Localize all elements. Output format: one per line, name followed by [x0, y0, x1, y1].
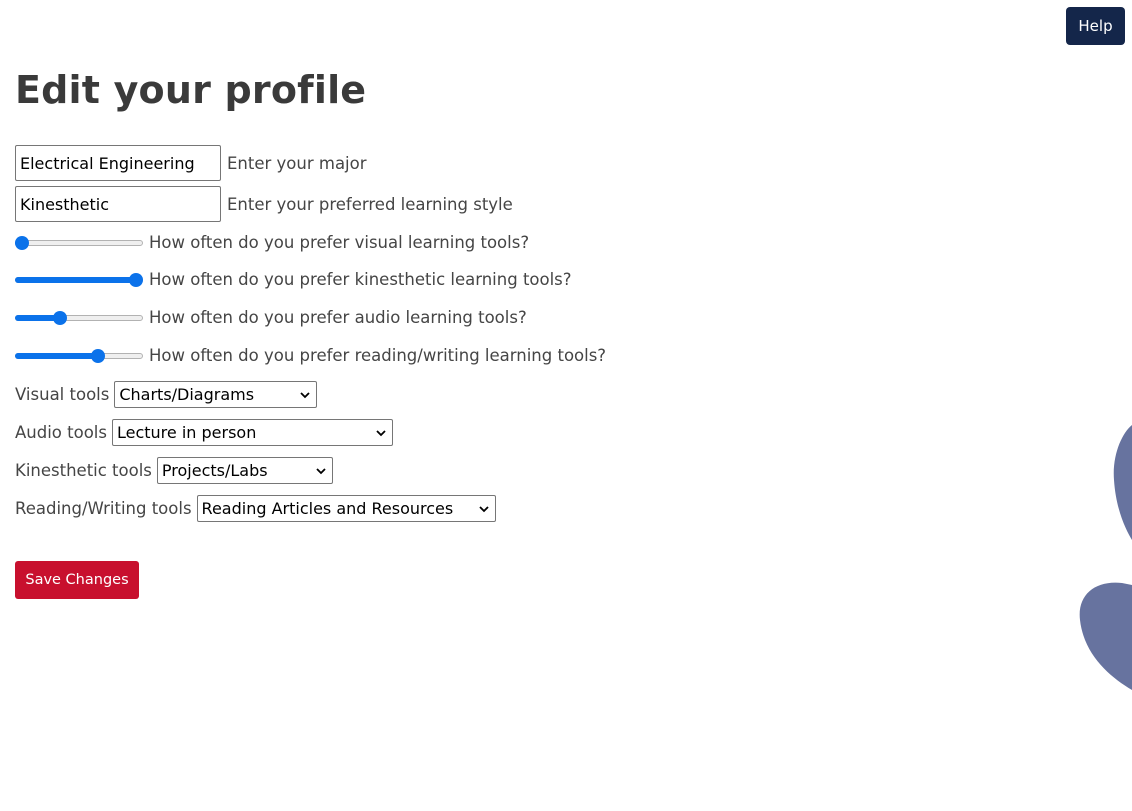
reading-slider-row: How often do you prefer reading/writing … [15, 346, 606, 365]
audio-slider[interactable] [15, 309, 143, 327]
reading-writing-tools-selected: Reading Articles and Resources [201, 499, 454, 518]
kinesthetic-tools-row: Kinesthetic tools Projects/Labs [15, 457, 333, 484]
audio-slider-label: How often do you prefer audio learning t… [149, 308, 527, 327]
slider-track [15, 239, 143, 246]
visual-slider-row: How often do you prefer visual learning … [15, 233, 529, 252]
page-title: Edit your profile [15, 68, 367, 112]
kinesthetic-slider-row: How often do you prefer kinesthetic lear… [15, 270, 572, 289]
major-input[interactable] [15, 145, 221, 181]
learning-style-row: Enter your preferred learning style [15, 186, 513, 222]
visual-tools-select[interactable]: Charts/Diagrams [114, 381, 318, 408]
kinesthetic-tools-select[interactable]: Projects/Labs [156, 457, 333, 484]
slider-fill [15, 276, 136, 283]
kinesthetic-tools-label: Kinesthetic tools [15, 461, 152, 480]
reading-writing-slider[interactable] [15, 347, 143, 365]
visual-tools-label: Visual tools [15, 385, 110, 404]
chevron-down-icon [376, 429, 386, 436]
reading-writing-tools-row: Reading/Writing tools Reading Articles a… [15, 495, 496, 522]
major-row: Enter your major [15, 145, 367, 181]
visual-tools-row: Visual tools Charts/Diagrams [15, 381, 318, 408]
learning-style-input[interactable] [15, 186, 221, 222]
slider-thumb[interactable] [52, 310, 67, 325]
kinesthetic-slider[interactable] [15, 271, 143, 289]
reading-writing-slider-label: How often do you prefer reading/writing … [149, 346, 607, 365]
slider-thumb[interactable] [129, 272, 143, 287]
kinesthetic-tools-selected: Projects/Labs [161, 461, 268, 480]
chevron-down-icon [316, 467, 326, 474]
decorative-blob-shape [1079, 425, 1132, 690]
reading-writing-tools-label: Reading/Writing tools [15, 499, 192, 518]
slider-thumb[interactable] [15, 235, 29, 250]
slider-thumb[interactable] [91, 348, 106, 363]
chevron-down-icon [478, 505, 489, 512]
visual-slider[interactable] [15, 234, 143, 252]
visual-slider-label: How often do you prefer visual learning … [149, 233, 530, 252]
learning-style-label: Enter your preferred learning style [227, 194, 513, 214]
kinesthetic-slider-label: How often do you prefer kinesthetic lear… [149, 270, 572, 289]
help-button[interactable]: Help [1066, 7, 1125, 45]
audio-slider-row: How often do you prefer audio learning t… [15, 308, 527, 327]
reading-writing-tools-select[interactable]: Reading Articles and Resources [196, 495, 496, 522]
visual-tools-selected: Charts/Diagrams [119, 385, 255, 404]
audio-tools-row: Audio tools Lecture in person [15, 419, 393, 446]
save-changes-button[interactable]: Save Changes [15, 561, 139, 599]
major-label: Enter your major [227, 153, 367, 173]
slider-fill [15, 352, 99, 359]
audio-tools-selected: Lecture in person [116, 423, 257, 442]
audio-tools-label: Audio tools [15, 423, 107, 442]
audio-tools-select[interactable]: Lecture in person [111, 419, 393, 446]
chevron-down-icon [300, 391, 310, 398]
